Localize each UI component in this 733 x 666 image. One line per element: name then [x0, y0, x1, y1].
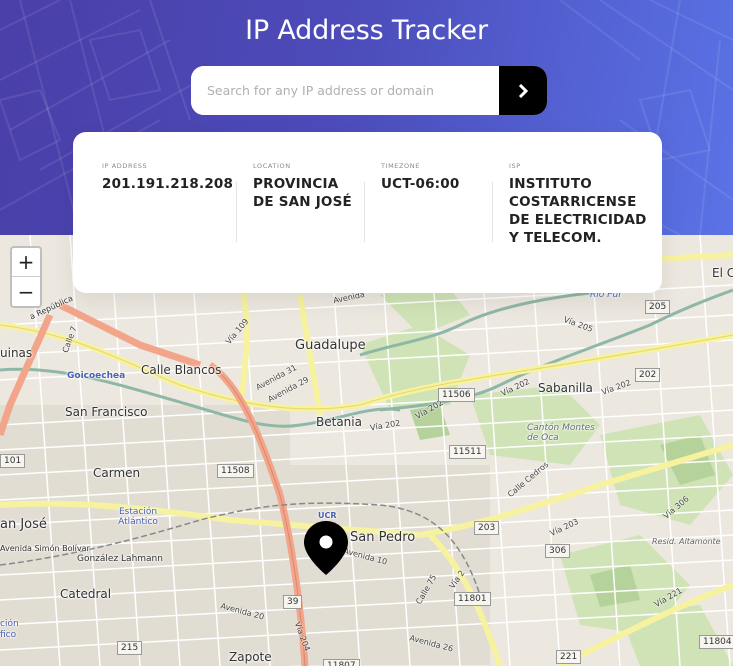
map-label-san-jose: an José: [0, 517, 47, 532]
map-zoom-control: + −: [10, 246, 42, 308]
road-shield-11508: 11508: [217, 464, 254, 478]
isp-section: ISP INSTITUTO COSTARRICENSE DE ELECTRICI…: [509, 162, 649, 247]
road-shield-11506: 11506: [438, 388, 475, 402]
location-section: LOCATION PROVINCIA DE SAN JOSÉ: [253, 162, 363, 211]
chevron-right-icon: [518, 83, 528, 98]
search-input[interactable]: [191, 66, 499, 115]
map-label-sabanilla: Sabanilla: [538, 381, 593, 395]
map-label-cion: ción: [0, 619, 19, 629]
map-label-resid-altamonte: Resid. Altamonte: [652, 537, 721, 546]
map-label-calle-blancos: Calle Blancos: [141, 363, 222, 377]
isp-label: ISP: [509, 162, 521, 170]
ip-address-label: IP ADDRESS: [102, 162, 148, 170]
search-bar: [191, 66, 547, 115]
timezone-section: TIMEZONE UCT-06:00: [381, 162, 481, 193]
road-shield-203: 203: [474, 521, 500, 535]
road-shield-101: 101: [0, 454, 26, 468]
location-value: PROVINCIA DE SAN JOSÉ: [253, 176, 352, 210]
map-label-guinas: uinas: [0, 346, 33, 360]
map-tiles: [0, 235, 733, 666]
ip-address-value: 201.191.218.208: [102, 176, 234, 192]
map-label-catedral: Catedral: [60, 587, 112, 601]
road-shield-306: 306: [545, 544, 571, 558]
road-shield-11801: 11801: [454, 592, 491, 606]
map-label-el: El C: [712, 266, 733, 280]
map-label-goicoechea: Goicoechea: [67, 371, 126, 381]
zoom-out-button[interactable]: −: [12, 277, 40, 306]
divider: [492, 182, 493, 242]
map-label-zapote: Zapote: [229, 650, 272, 664]
page-title: IP Address Tracker: [245, 15, 488, 46]
divider: [364, 182, 365, 242]
location-pin-icon[interactable]: [303, 520, 349, 576]
road-shield-215: 215: [117, 641, 143, 655]
map-label-san-francisco: San Francisco: [65, 405, 148, 419]
map-label-ucr: UCR: [318, 511, 337, 520]
map-view[interactable]: Guadalupe Calle Blancos San Francisco Be…: [0, 235, 733, 666]
search-submit-button[interactable]: [499, 66, 547, 115]
map-label-estacion-atlantico: Estación Atlántico: [118, 507, 158, 527]
map-label-canton-montes-de-oca: Cantón Montes de Oca: [527, 423, 595, 443]
timezone-label: TIMEZONE: [381, 162, 420, 170]
location-label: LOCATION: [253, 162, 291, 170]
map-label-simon-bolivar: Avenida Simón Bolívar: [0, 544, 90, 553]
road-shield-11807: 11807: [323, 659, 360, 666]
map-label-san-pedro: San Pedro: [350, 530, 416, 545]
zoom-in-button[interactable]: +: [12, 248, 40, 277]
road-shield-221: 221: [556, 650, 582, 664]
map-label-fico: fico: [0, 630, 17, 640]
map-label-carmen: Carmen: [93, 466, 141, 480]
map-label-guadalupe: Guadalupe: [295, 338, 366, 353]
ip-address-section: IP ADDRESS 201.191.218.208: [102, 162, 234, 193]
road-shield-11804: 11804: [699, 635, 733, 649]
road-shield-11511: 11511: [449, 445, 486, 459]
road-shield-202: 202: [635, 368, 661, 382]
timezone-value: UCT-06:00: [381, 176, 460, 192]
isp-value: INSTITUTO COSTARRICENSE DE ELECTRICIDAD …: [509, 176, 647, 246]
divider: [236, 182, 237, 242]
road-shield-39: 39: [283, 595, 303, 609]
map-label-gonzalez-lahmann: González Lahmann: [77, 554, 163, 564]
ip-info-card: IP ADDRESS 201.191.218.208 LOCATION PROV…: [73, 132, 662, 293]
map-label-betania: Betania: [316, 415, 362, 429]
road-shield-205: 205: [645, 300, 671, 314]
